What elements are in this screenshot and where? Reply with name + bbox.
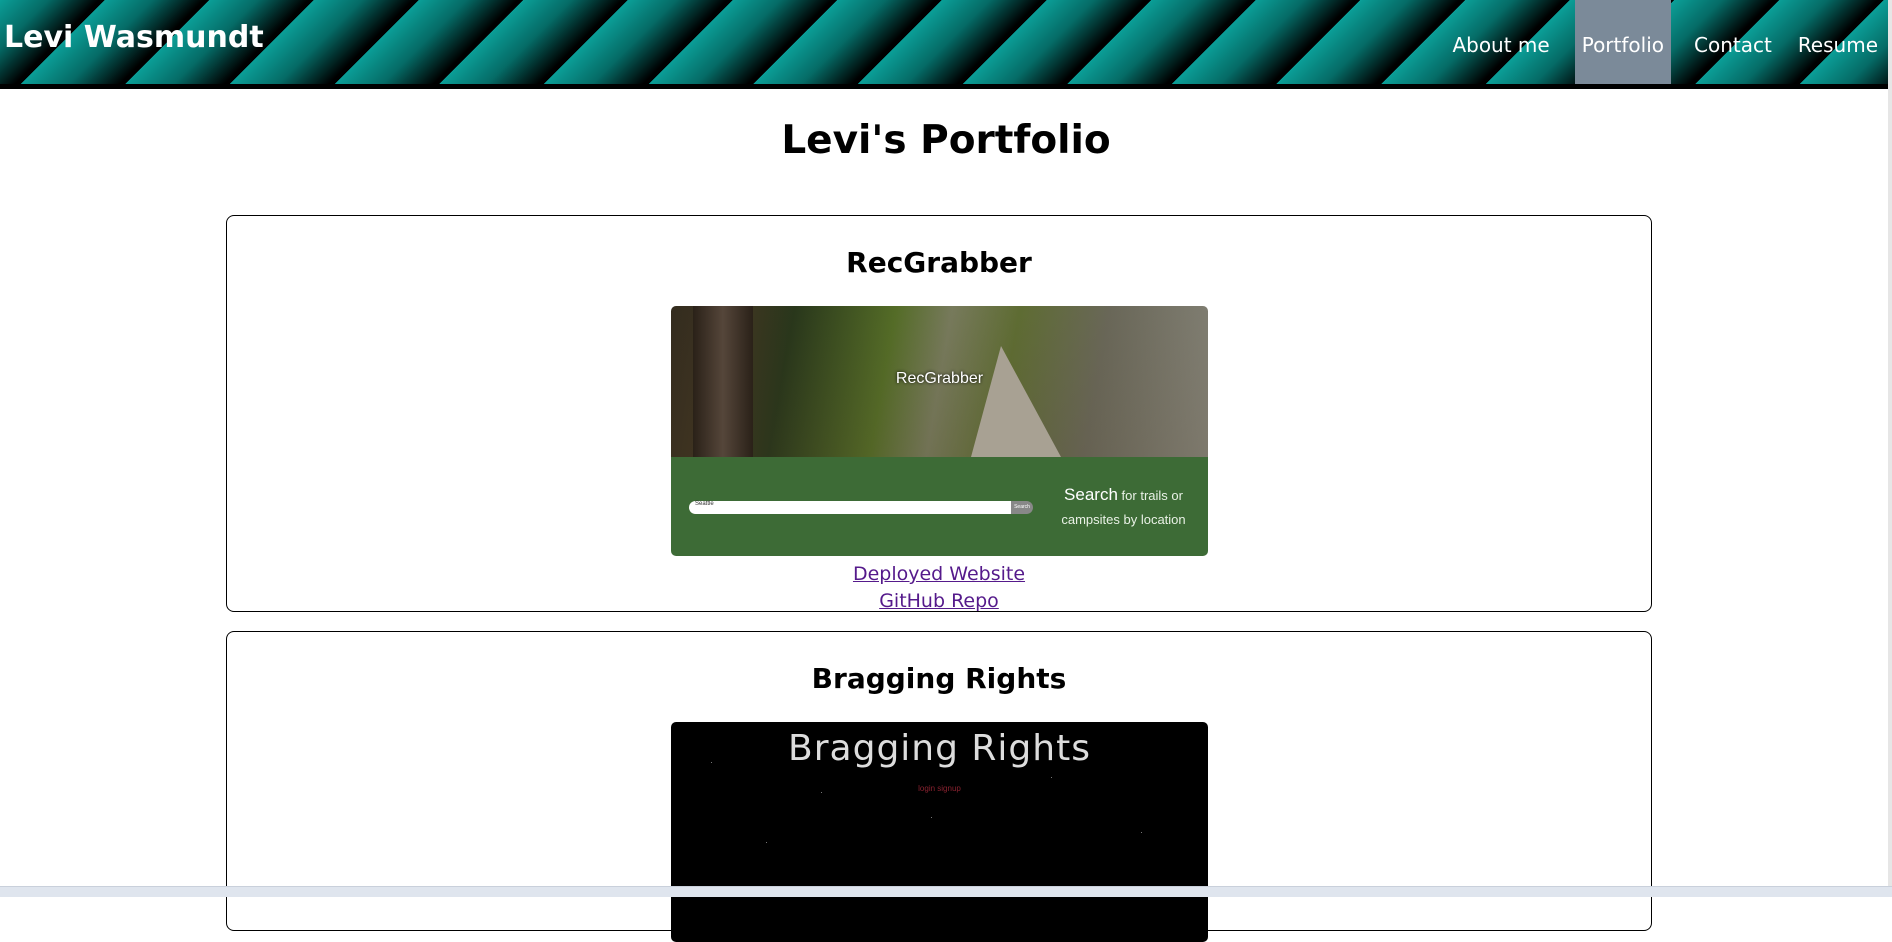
main-nav: About me Portfolio Contact Resume: [1440, 0, 1892, 84]
github-repo-link[interactable]: GitHub Repo: [879, 590, 999, 612]
star-dot: [711, 762, 712, 763]
site-header: Levi Wasmundt About me Portfolio Contact…: [0, 0, 1892, 89]
hero-label: RecGrabber: [895, 370, 984, 387]
nav-portfolio[interactable]: Portfolio: [1574, 0, 1671, 84]
forest-hero-image: RecGrabber: [671, 306, 1208, 457]
project-title: Bragging Rights: [811, 662, 1067, 695]
search-heading: Search: [1064, 485, 1118, 504]
project-title: RecGrabber: [846, 246, 1032, 279]
star-dot: [931, 817, 932, 818]
search-description: Search for trails or campsites by locati…: [1051, 483, 1196, 532]
screenshot-search-button: Search: [1011, 501, 1033, 514]
scrollbar-track[interactable]: [1888, 0, 1892, 886]
site-title[interactable]: Levi Wasmundt: [4, 20, 264, 55]
nav-about-me[interactable]: About me: [1440, 0, 1563, 84]
deployed-website-link[interactable]: Deployed Website: [853, 563, 1025, 585]
project-card-recgrabber: RecGrabber RecGrabber Seattle Search Sea…: [226, 215, 1652, 612]
nav-contact[interactable]: Contact: [1682, 0, 1786, 84]
screenshot-heading: Bragging Rights: [788, 728, 1091, 769]
trail-path-shape: [971, 346, 1061, 457]
page-title: Levi's Portfolio: [781, 118, 1111, 163]
project-screenshot-bragging-rights: Bragging Rights login signup: [671, 722, 1208, 942]
star-dot: [766, 842, 767, 843]
search-band: Seattle Search Search for trails or camp…: [671, 457, 1208, 556]
screenshot-auth-links: login signup: [918, 784, 961, 793]
screenshot-search-box: Seattle: [689, 501, 1011, 514]
star-dot: [1141, 832, 1142, 833]
project-screenshot-recgrabber: RecGrabber Seattle Search Search for tra…: [671, 306, 1208, 556]
nav-resume[interactable]: Resume: [1786, 0, 1892, 84]
project-links: Deployed Website GitHub Repo: [227, 561, 1651, 615]
star-dot: [821, 792, 822, 793]
star-dot: [1051, 777, 1052, 778]
taskbar-edge: [0, 886, 1892, 897]
